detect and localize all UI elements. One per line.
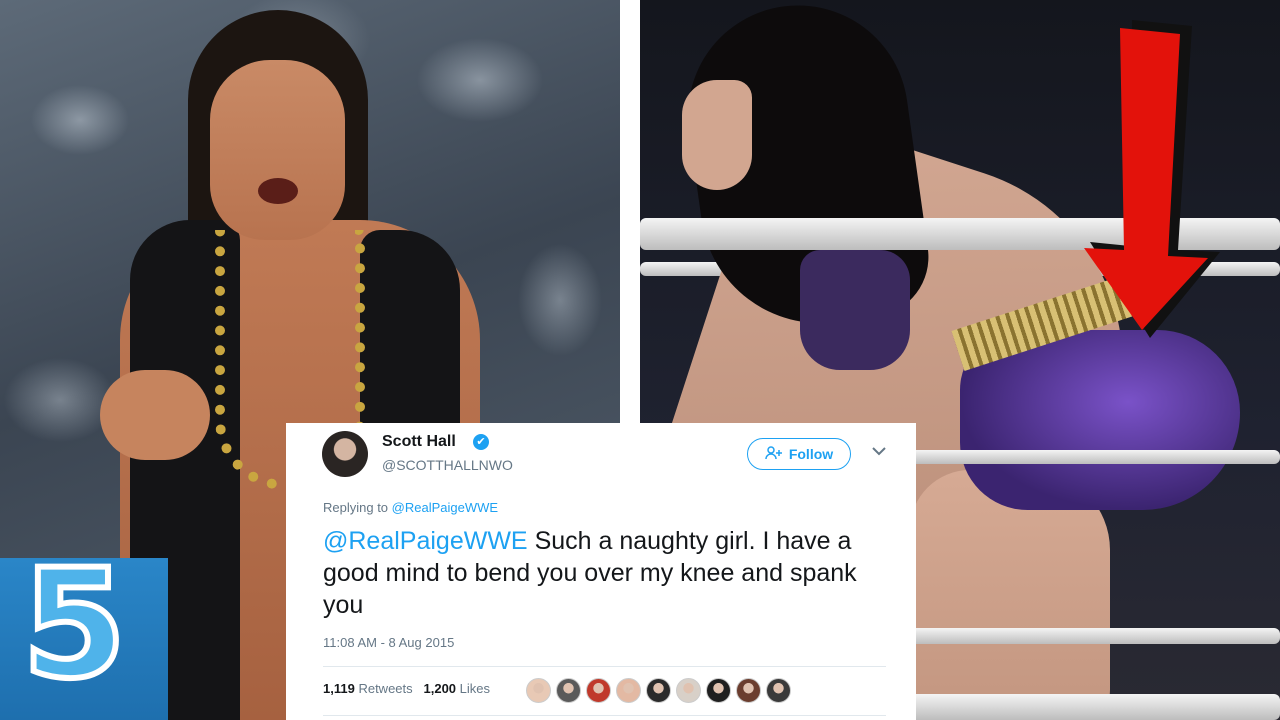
liker-avatar[interactable] <box>616 678 641 703</box>
add-user-icon <box>765 445 783 463</box>
liker-avatar[interactable] <box>706 678 731 703</box>
wrestler-top <box>800 250 910 370</box>
divider <box>323 666 886 667</box>
replying-prefix: Replying to <box>323 500 389 515</box>
mention-link[interactable]: @RealPaigeWWE <box>323 527 528 555</box>
author-avatar[interactable] <box>322 431 368 477</box>
follow-label: Follow <box>788 446 834 462</box>
liker-avatar[interactable] <box>766 678 791 703</box>
author-handle[interactable]: @SCOTTHALLNWO <box>382 457 513 473</box>
follow-button[interactable]: Follow <box>747 438 851 470</box>
tweet-stats: 1,119 Retweets 1,200 Likes <box>323 681 490 696</box>
rank-number-badge: 5 <box>0 547 168 720</box>
retweets-count[interactable]: 1,119 <box>323 681 355 696</box>
liker-avatar[interactable] <box>646 678 671 703</box>
tweet-card: Scott Hall ✔ @SCOTTHALLNWO Follow Replyi… <box>286 423 916 720</box>
wrestler-head <box>210 60 345 240</box>
verified-badge-icon: ✔ <box>473 434 489 450</box>
liker-avatar[interactable] <box>736 678 761 703</box>
liker-avatar[interactable] <box>586 678 611 703</box>
author-name[interactable]: Scott Hall <box>382 433 456 451</box>
liker-avatar[interactable] <box>676 678 701 703</box>
wrestler-face <box>682 80 752 190</box>
replying-to-link[interactable]: @RealPaigeWWE <box>392 500 498 515</box>
divider <box>323 715 886 716</box>
retweets-label[interactable]: Retweets <box>358 681 412 696</box>
liker-avatar[interactable] <box>526 678 551 703</box>
tweet-timestamp[interactable]: 11:08 AM - 8 Aug 2015 <box>323 635 454 650</box>
wrestler-hand <box>100 370 210 460</box>
liker-avatar[interactable] <box>556 678 581 703</box>
likes-label[interactable]: Likes <box>460 681 490 696</box>
wrestler-mouth <box>258 178 298 204</box>
red-arrow-icon <box>1084 20 1220 338</box>
rank-number: 5 <box>19 538 129 712</box>
replying-to: Replying to @RealPaigeWWE <box>323 500 498 515</box>
likes-count[interactable]: 1,200 <box>424 681 457 696</box>
chevron-down-icon[interactable] <box>872 443 886 461</box>
tweet-text: @RealPaigeWWE Such a naughty girl. I hav… <box>323 525 893 621</box>
liker-avatars <box>526 678 791 703</box>
